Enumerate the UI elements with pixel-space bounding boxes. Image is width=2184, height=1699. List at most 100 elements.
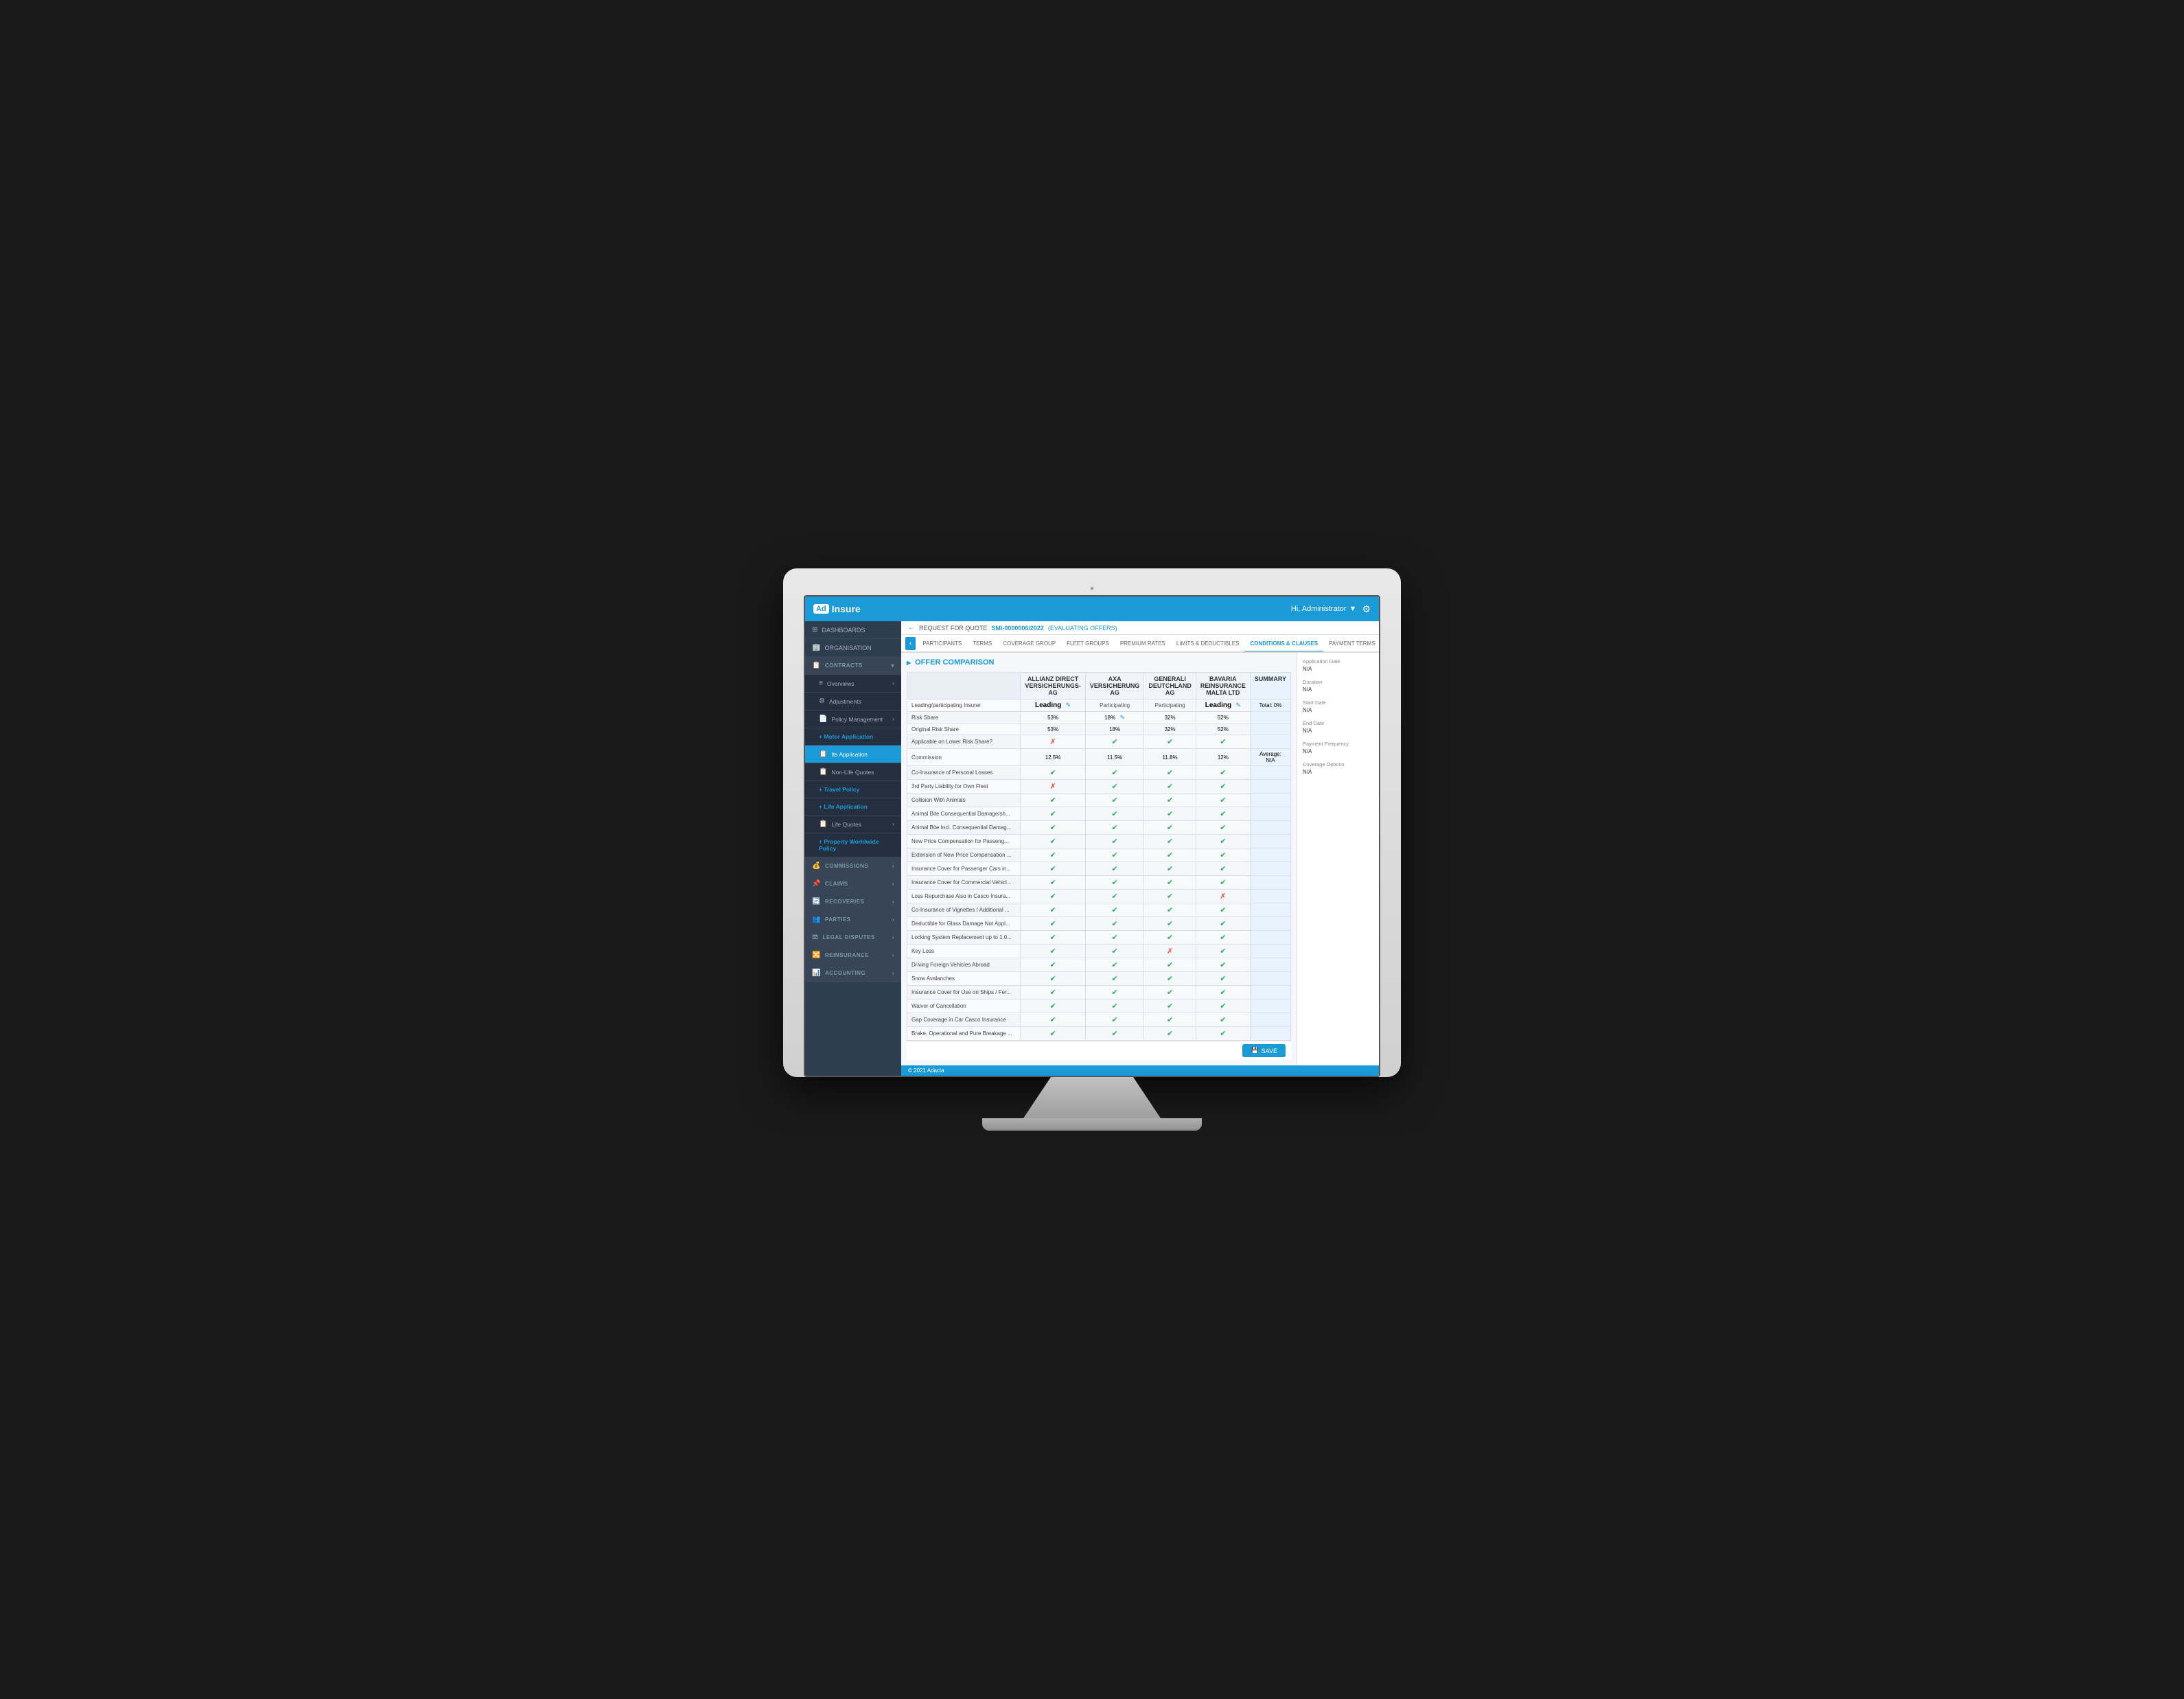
table-row: Collision With Animals ✔ ✔ ✔ ✔ xyxy=(907,794,1291,807)
insurer-3-name: BAVARIA REINSURANCE MALTA LTD xyxy=(1200,675,1246,696)
insurer-3-header: BAVARIA REINSURANCE MALTA LTD xyxy=(1196,673,1250,700)
check-icon: ✔ xyxy=(1167,810,1173,818)
cell-3-ab2: ✔ xyxy=(1196,821,1250,835)
table-row: Animal Bite Incl. Consequential Damag...… xyxy=(907,821,1291,835)
sidebar-item-policy-management[interactable]: 📄 Policy Management › xyxy=(805,710,901,728)
check-icon: ✔ xyxy=(1167,783,1173,791)
check-icon: ✔ xyxy=(1049,769,1056,777)
sidebar-item-reinsurance[interactable]: 🔀 REINSURANCE › xyxy=(805,947,901,964)
cell-summary-3rd xyxy=(1250,780,1290,794)
sidebar-item-legal-disputes[interactable]: ⚖ LEGAL DISPUTES › xyxy=(805,929,901,947)
cell-2-leading: Participating xyxy=(1144,700,1196,712)
cell-0-orig-risk: 53% xyxy=(1021,724,1086,735)
cell-3-ls: ✔ xyxy=(1196,931,1250,945)
commissions-icon: 💰 xyxy=(812,862,821,870)
insurer-1-risk-edit[interactable]: ✎ xyxy=(1119,714,1125,721)
insurer-0-role-edit[interactable]: ✎ xyxy=(1066,702,1071,708)
check-icon: ✔ xyxy=(1111,961,1117,969)
sidebar-item-dashboards[interactable]: ⊞ DASHBOARDS xyxy=(805,621,901,639)
legal-chevron: › xyxy=(892,934,894,940)
cell-1-3rd: ✔ xyxy=(1085,780,1144,794)
cell-3-waiver: ✔ xyxy=(1196,999,1250,1013)
check-icon: ✔ xyxy=(1049,961,1056,969)
tab-terms[interactable]: TERMS xyxy=(967,636,997,652)
cell-0-ep: ✔ xyxy=(1021,848,1086,862)
sidebar-item-adjustments[interactable]: ⚙ Adjustments xyxy=(805,693,901,710)
check-icon: ✔ xyxy=(1167,975,1173,983)
adjustments-icon: ⚙ xyxy=(819,697,825,705)
sidebar-label-its-app: Its Application xyxy=(831,751,867,758)
check-icon: ✔ xyxy=(1167,738,1173,746)
cell-3-lr: ✗ xyxy=(1196,890,1250,903)
check-icon: ✔ xyxy=(1167,769,1173,777)
cell-1-risk: 18% ✎ xyxy=(1085,712,1144,724)
tab-nav-left[interactable]: ‹ xyxy=(905,637,916,650)
check-icon: ✔ xyxy=(1167,934,1173,942)
end-date-field: End Date N/A xyxy=(1303,720,1373,734)
cross-icon: ✗ xyxy=(1167,947,1173,956)
cell-summary-orig-risk xyxy=(1250,724,1290,735)
sidebar-item-property-policy[interactable]: + Property Worldwide Policy xyxy=(805,833,901,857)
cell-summary-snow xyxy=(1250,972,1290,986)
sidebar-item-claims[interactable]: 📌 CLAIMS › xyxy=(805,875,901,893)
check-icon: ✔ xyxy=(1111,824,1117,832)
check-icon: ✔ xyxy=(1220,851,1226,859)
sidebar-sub-contracts: ≡ Overviews › ⚙ Adjustments 📄 Policy Man… xyxy=(805,675,901,857)
tab-limits-deductibles[interactable]: LIMITS & DEDUCTIBLES xyxy=(1171,636,1245,652)
sidebar-label-life-quotes: Life Quotes xyxy=(831,821,861,828)
duration-field: Duration N/A xyxy=(1303,679,1373,693)
cell-1-ab2: ✔ xyxy=(1085,821,1144,835)
cell-1-commission: 11.5% xyxy=(1085,749,1144,766)
tab-participants[interactable]: PARTICIPANTS xyxy=(917,636,967,652)
cell-0-waiver: ✔ xyxy=(1021,999,1086,1013)
check-icon: ✔ xyxy=(1220,810,1226,818)
table-row: Extension of New Price Compensation ... … xyxy=(907,848,1291,862)
sidebar-label-non-life: Non-Life Quotes xyxy=(831,769,874,776)
application-date-value: N/A xyxy=(1303,666,1373,672)
header-user[interactable]: Hi, Administrator ▼ xyxy=(1291,605,1357,613)
tab-premium-rates[interactable]: PREMIUM RATES xyxy=(1115,636,1171,652)
cell-2-pc: ✔ xyxy=(1144,862,1196,876)
table-row: Original Risk Share 53% 18% 32% 52% xyxy=(907,724,1291,735)
check-icon: ✔ xyxy=(1049,892,1056,901)
cell-0-gap: ✔ xyxy=(1021,1013,1086,1027)
sidebar-label-adjustments: Adjustments xyxy=(829,698,861,705)
sidebar-item-parties[interactable]: 👥 PARTIES › xyxy=(805,911,901,929)
start-date-label: Start Date xyxy=(1303,700,1373,706)
cell-2-co: ✔ xyxy=(1144,766,1196,780)
insurer-2-header: GENERALI DEUTCHLAND AG xyxy=(1144,673,1196,700)
sidebar-item-commissions[interactable]: 💰 COMMISSIONS › xyxy=(805,857,901,875)
sidebar-item-organisation[interactable]: 🏢 ORGANISATION xyxy=(805,639,901,657)
app-body: ⊞ DASHBOARDS 🏢 ORGANISATION 📋 CONTRACTS … xyxy=(805,621,1379,1076)
sidebar-item-motor-application[interactable]: + Motor Application xyxy=(805,728,901,746)
cell-2-risk: 32% xyxy=(1144,712,1196,724)
save-button[interactable]: 💾 SAVE xyxy=(1242,1044,1286,1057)
sidebar-item-life-application[interactable]: + Life Application xyxy=(805,798,901,816)
cell-0-snow: ✔ xyxy=(1021,972,1086,986)
tab-fleet-groups[interactable]: FLEET GROUPS xyxy=(1061,636,1115,652)
check-icon: ✔ xyxy=(1111,810,1117,818)
camera-dot: ● xyxy=(804,582,1380,595)
sidebar-item-recoveries[interactable]: 🔄 RECOVERIES › xyxy=(805,893,901,911)
sidebar-item-contracts[interactable]: 📋 CONTRACTS ▾ xyxy=(805,657,901,675)
sidebar-item-non-life-quotes[interactable]: 📋 Non-Life Quotes xyxy=(805,763,901,781)
cell-3-commission: 12% xyxy=(1196,749,1250,766)
sidebar-item-travel-policy[interactable]: + Travel Policy xyxy=(805,781,901,798)
cell-2-ships: ✔ xyxy=(1144,986,1196,999)
sidebar-item-accounting[interactable]: 📊 ACCOUNTING › xyxy=(805,964,901,982)
back-arrow[interactable]: ← xyxy=(908,624,915,632)
sidebar-label-reinsurance: REINSURANCE xyxy=(825,952,869,958)
cell-1-gap: ✔ xyxy=(1085,1013,1144,1027)
gear-icon[interactable]: ⚙ xyxy=(1362,603,1371,615)
check-icon: ✔ xyxy=(1049,989,1056,997)
feature-key-loss: Key Loss xyxy=(907,945,1021,958)
sidebar-item-overviews[interactable]: ≡ Overviews › xyxy=(805,675,901,693)
insurer-3-role-edit[interactable]: ✎ xyxy=(1235,702,1241,708)
tab-coverage-group[interactable]: COVERAGE GROUP xyxy=(997,636,1061,652)
sidebar-item-life-quotes[interactable]: 📋 Life Quotes › xyxy=(805,816,901,833)
sidebar-item-its-application[interactable]: 📋 Its Application xyxy=(805,746,901,763)
cell-0-vig: ✔ xyxy=(1021,903,1086,917)
tab-conditions-clauses[interactable]: CONDITIONS & CLAUSES xyxy=(1244,636,1323,652)
tab-payment-terms[interactable]: PAYMENT TERMS xyxy=(1323,636,1379,652)
cell-3-risk: 52% xyxy=(1196,712,1250,724)
